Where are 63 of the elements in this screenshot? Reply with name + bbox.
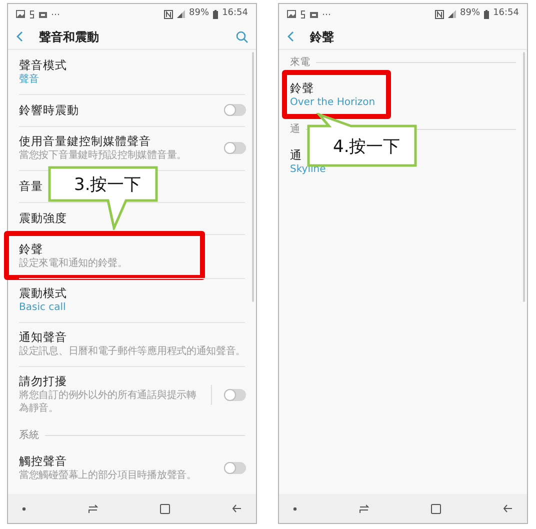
signal-icon — [177, 10, 186, 18]
callout-text: 4.按一下 — [333, 136, 400, 159]
battery-percent: 89% — [460, 7, 480, 20]
back-icon[interactable] — [16, 31, 23, 42]
notification-more: … — [322, 7, 331, 20]
item-title: 通 — [290, 148, 302, 163]
status-time: 16:54 — [493, 7, 519, 20]
screen-title: 鈴聲 — [310, 28, 334, 46]
item-title: 音量 — [19, 178, 43, 194]
nfc-icon — [435, 10, 444, 18]
toggle-switch[interactable] — [224, 104, 246, 116]
dot-icon — [293, 506, 297, 510]
item-value: Over the Horizon — [290, 96, 376, 109]
item-title: 觸控聲音 — [19, 454, 67, 469]
scrollbar[interactable] — [252, 52, 254, 302]
image-icon — [287, 10, 296, 18]
home-icon[interactable] — [160, 504, 170, 514]
item-summary: 設定訊息、日曆和電子郵件等應用程式的通知聲音。 — [19, 345, 246, 358]
item-title: 請勿打擾 — [19, 374, 67, 389]
app-icon — [300, 10, 306, 18]
item-value: Basic call — [19, 301, 66, 314]
scrollbar[interactable] — [523, 52, 525, 302]
item-title: 震動模式 — [19, 286, 67, 301]
item-summary: 設定來電和通知的鈴聲。 — [19, 257, 128, 270]
item-title: 通知聲音 — [19, 330, 67, 345]
image-icon — [16, 10, 25, 18]
app-icon — [29, 10, 35, 18]
toggle-switch[interactable] — [224, 462, 246, 474]
battery-icon — [213, 10, 218, 18]
item-title: 聲音模式 — [19, 58, 67, 73]
home-icon[interactable] — [431, 504, 441, 514]
battery-percent: 89% — [189, 7, 210, 20]
item-value: 聲音 — [19, 73, 39, 86]
section-header: 通 — [290, 122, 300, 137]
item-summary: 當您按下音量鍵時預設控制媒體音量。 — [19, 149, 186, 162]
item-title: 鈴聲 — [290, 81, 314, 96]
nfc-icon — [164, 10, 174, 18]
toggle-switch[interactable] — [224, 388, 246, 400]
item-summary: 當您觸碰螢幕上的部分項目時播放聲音。 — [19, 469, 196, 482]
item-title: 鈴聲 — [19, 242, 43, 257]
folder-icon — [39, 10, 47, 18]
back-icon[interactable] — [232, 504, 242, 513]
recent-apps-icon[interactable] — [88, 504, 98, 513]
battery-icon — [484, 10, 490, 18]
screen-title: 聲音和震動 — [39, 28, 99, 46]
back-icon[interactable] — [287, 31, 294, 42]
item-title: 使用音量鍵控制媒體聲音 — [19, 134, 151, 149]
folder-icon — [310, 10, 318, 18]
toggle-switch[interactable] — [224, 142, 246, 154]
notification-more: … — [51, 7, 60, 20]
back-icon[interactable] — [503, 504, 513, 513]
search-icon[interactable] — [236, 30, 248, 42]
item-summary: 將您自訂的例外以外的所有通話與提示轉為靜音。 — [19, 389, 198, 415]
callout-text: 3.按一下 — [74, 174, 142, 197]
recent-apps-icon[interactable] — [359, 504, 369, 513]
section-header: 系統 — [19, 428, 39, 443]
status-time: 16:54 — [222, 7, 248, 20]
section-header: 來電 — [290, 56, 310, 70]
dot-icon — [22, 506, 26, 510]
item-value: Skyline — [290, 163, 326, 176]
signal-icon — [448, 10, 456, 18]
item-title: 震動強度 — [19, 210, 67, 226]
item-title: 鈴響時震動 — [19, 102, 79, 118]
